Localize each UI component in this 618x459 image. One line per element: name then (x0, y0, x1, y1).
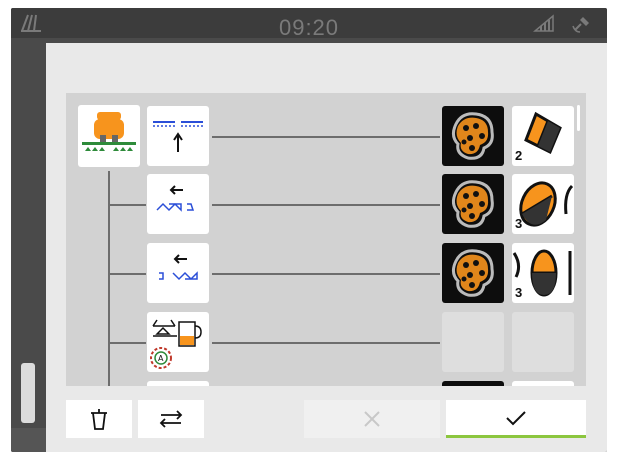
section-assignment-dialog: 2 3 3 A (46, 43, 607, 452)
field-map-tile[interactable] (442, 243, 504, 303)
section-count: 3 (515, 216, 523, 231)
section-tile-partial[interactable] (512, 381, 574, 386)
checkmark-icon (506, 410, 526, 425)
row-connector-line (212, 273, 440, 275)
field-map-icon (451, 112, 494, 160)
field-map-icon (451, 249, 494, 297)
boom-fold-icon (153, 121, 203, 152)
empty-map-slot[interactable] (442, 312, 504, 372)
boom-fold-function-tile[interactable] (147, 106, 209, 166)
dialog-footer (66, 400, 586, 440)
section-tile[interactable]: 2 (512, 106, 574, 166)
function-tree: 2 3 3 A (66, 93, 586, 386)
terminal-screen: 09:20 ••••• (11, 8, 607, 452)
gps-satellite-icon (571, 14, 593, 39)
background-panel-left (21, 363, 35, 423)
empty-section-slot[interactable] (512, 312, 574, 372)
swap-button[interactable] (138, 400, 204, 438)
close-x-icon (364, 411, 380, 427)
field-map-tile[interactable] (442, 106, 504, 166)
section-tile[interactable]: 3 (512, 174, 574, 234)
row-connector-line (212, 342, 440, 344)
swap-arrows-icon (159, 410, 183, 428)
tank-rate-control-icon: A (150, 319, 202, 369)
status-bar: 09:20 (11, 8, 607, 40)
field-map-icon (451, 180, 494, 228)
section-control-left-icon (156, 185, 195, 212)
sprayer-machine-tile[interactable] (78, 105, 140, 167)
signal-strength-icon (532, 14, 555, 37)
section-tile[interactable]: 3 (512, 243, 574, 303)
clock: 09:20 (278, 15, 340, 40)
tree-branch-line (108, 204, 146, 206)
section-control-right-function-tile[interactable] (147, 243, 209, 303)
section-count: 3 (515, 285, 523, 300)
section-control-right-icon (159, 254, 198, 281)
svg-text:A: A (158, 354, 164, 363)
field-map-tile-partial[interactable] (442, 381, 504, 386)
function-tile-partial[interactable] (147, 381, 209, 386)
cancel-button[interactable] (304, 400, 440, 438)
section-count: 2 (515, 148, 523, 163)
delete-button[interactable] (66, 400, 132, 438)
section-control-left-function-tile[interactable] (147, 174, 209, 234)
tree-branch-line (108, 273, 146, 275)
tank-rate-function-tile[interactable]: A (147, 312, 209, 372)
sprayer-machine-icon (82, 112, 136, 151)
trash-icon (91, 409, 107, 430)
row-connector-line (212, 204, 440, 206)
scrollbar-thumb[interactable] (577, 105, 580, 131)
confirm-button[interactable] (446, 400, 586, 438)
field-map-tile[interactable] (442, 174, 504, 234)
row-connector-line (212, 136, 440, 138)
tree-branch-line (108, 342, 146, 344)
